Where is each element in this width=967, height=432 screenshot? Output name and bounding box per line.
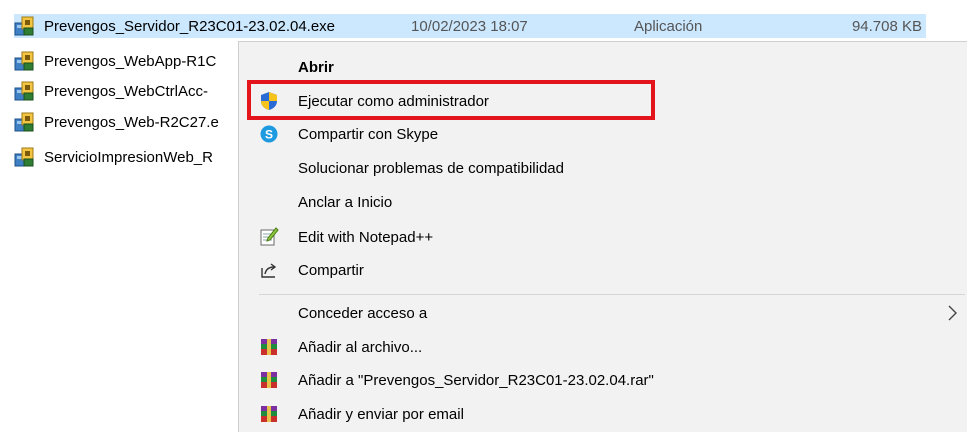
menu-item-conceder-acceso[interactable]: Conceder acceso a [239,298,967,328]
menu-item-label: Añadir al archivo... [298,338,423,356]
notepadpp-icon [259,227,279,247]
menu-item-label: Añadir a "Prevengos_Servidor_R23C01-23.0… [298,371,654,389]
menu-item-label: Abrir [298,58,334,76]
file-name: Prevengos_WebCtrlAcc- [44,82,208,100]
installer-icon [14,81,36,101]
menu-item-label: Edit with Notepad++ [298,228,434,246]
menu-item-label: Añadir y enviar por email [298,405,464,423]
menu-item-label: Conceder acceso a [298,304,428,322]
menu-item-compartir-skype[interactable]: S Compartir con Skype [239,119,967,149]
menu-item-anclar-inicio[interactable]: Anclar a Inicio [239,187,967,217]
installer-icon [14,112,36,132]
winrar-icon [259,337,279,357]
file-name: Prevengos_WebApp-R1C [44,52,217,70]
menu-separator [259,294,965,295]
file-type: Aplicación [634,17,703,35]
installer-icon [14,147,36,167]
menu-item-compartir[interactable]: Compartir [239,255,967,285]
menu-item-label: Ejecutar como administrador [298,92,489,110]
file-name: ServicioImpresionWeb_R [44,148,213,166]
menu-item-label: Solucionar problemas de compatibilidad [298,159,564,177]
menu-item-solucionar-compatibilidad[interactable]: Solucionar problemas de compatibilidad [239,153,967,183]
skype-icon: S [259,124,279,144]
installer-icon [14,16,36,36]
menu-item-ejecutar-como-administrador[interactable]: Ejecutar como administrador [239,86,967,116]
svg-text:S: S [265,128,273,142]
file-size: 94.708 KB [851,17,922,35]
menu-item-label: Anclar a Inicio [298,193,393,211]
menu-item-anadir-enviar-email[interactable]: Añadir y enviar por email [239,399,967,429]
menu-item-anadir-archivo[interactable]: Añadir al archivo... [239,332,967,362]
context-menu: Abrir Ejecutar como administrador S Comp… [238,41,967,432]
menu-item-anadir-a-rar[interactable]: Añadir a "Prevengos_Servidor_R23C01-23.0… [239,365,967,395]
file-row[interactable]: ServicioImpresionWeb_R [14,145,213,169]
winrar-icon [259,404,279,424]
menu-item-label: Compartir [298,261,364,279]
file-row[interactable]: Prevengos_Web-R2C27.e [14,110,219,134]
file-name: Prevengos_Web-R2C27.e [44,113,219,131]
uac-shield-icon [259,91,279,111]
menu-item-abrir[interactable]: Abrir [239,52,967,82]
installer-icon [14,51,36,71]
file-date: 10/02/2023 18:07 [411,17,528,35]
file-row[interactable]: Prevengos_WebApp-R1C [14,49,216,73]
menu-item-label: Compartir con Skype [298,125,439,143]
chevron-right-icon [946,303,958,323]
share-icon [259,260,279,280]
file-row[interactable]: Prevengos_WebCtrlAcc- [14,79,208,103]
file-name: Prevengos_Servidor_R23C01-23.02.04.exe [44,17,336,35]
menu-item-edit-notepadpp[interactable]: Edit with Notepad++ [239,222,967,252]
file-row[interactable]: Prevengos_Servidor_R23C01-23.02.04.exe 1… [14,14,926,38]
winrar-icon [259,370,279,390]
